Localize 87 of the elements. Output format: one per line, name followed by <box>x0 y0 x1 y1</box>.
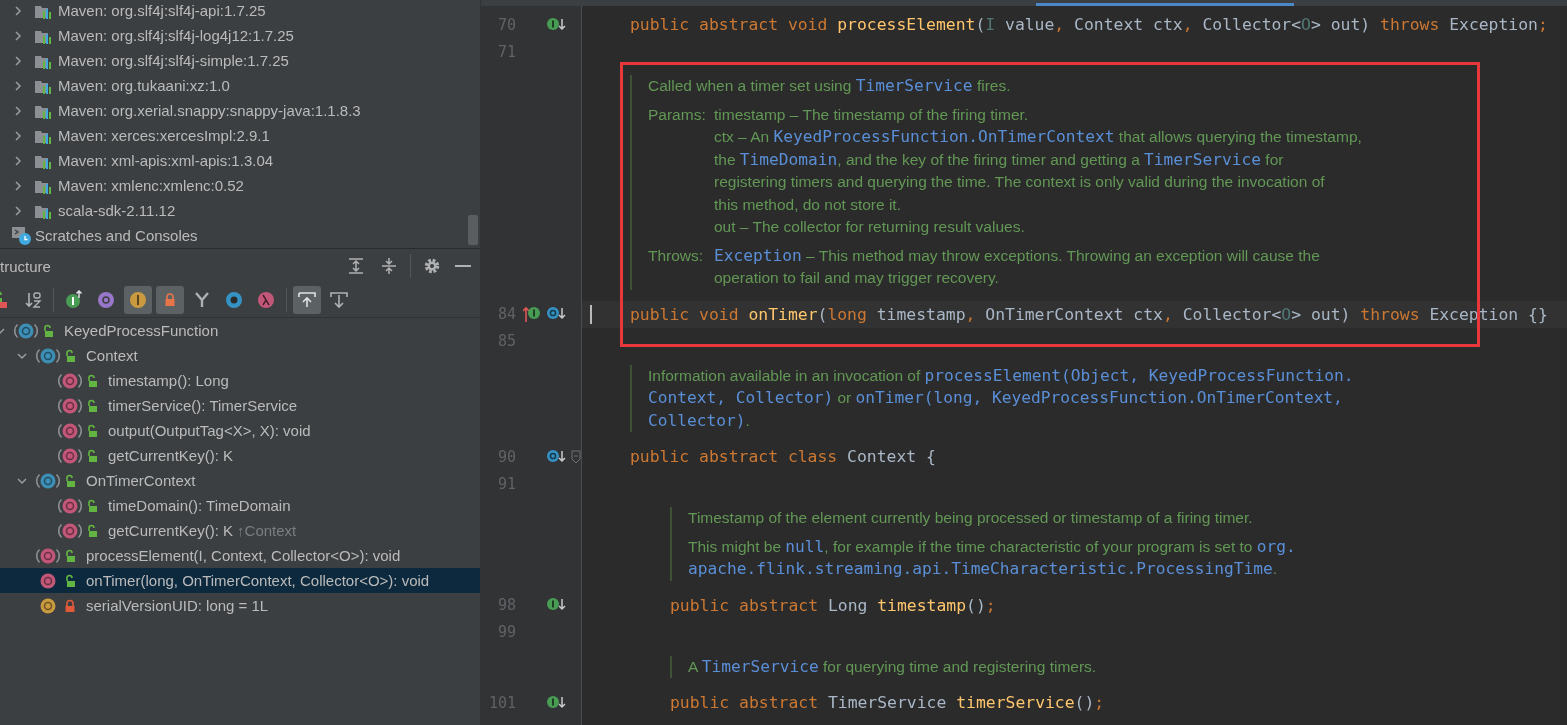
chevron-icon[interactable] <box>12 104 24 117</box>
sort-alpha-icon <box>23 290 43 310</box>
chevron-icon[interactable] <box>12 4 24 17</box>
tree-row[interactable]: timestamp(): Long <box>0 368 480 393</box>
tree-row[interactable]: Context <box>0 343 480 368</box>
tree-row[interactable]: processElement(I, Context, Collector<O>): void <box>0 543 480 568</box>
doc-text: Timestamp of the element currently being processed or timestamp of a firing timer. <box>688 508 1253 528</box>
doc-text: ctx – An KeyedProcessFunction.OnTimerContext that allows querying the timestamp, <box>714 126 1362 148</box>
fork-icon <box>192 290 212 310</box>
item-label: serialVersionUID: long = 1L <box>86 597 269 614</box>
tree-item[interactable]: Maven: xml-apis:xml-apis:1.3.04 <box>58 152 274 169</box>
chevron-icon[interactable] <box>12 54 24 67</box>
chevron-icon[interactable] <box>12 179 24 192</box>
tree-item[interactable]: Maven: xerces:xercesImpl:2.9.1 <box>58 127 270 144</box>
tree-item[interactable]: Maven: org.slf4j:slf4j-simple:1.7.25 <box>58 52 289 69</box>
tree-row[interactable]: OnTimerContext <box>0 468 480 493</box>
item-label: processElement(I, Context, Collector<O>): void <box>86 547 401 564</box>
doc-text: registering timers and querying the time. The context is only valid during the invocation of <box>714 172 1326 192</box>
doc-text: A TimerService for querying time and registering timers. <box>688 655 1097 678</box>
tree-item[interactable]: Maven: org.xerial.snappy:snappy-java:1.1.8.3 <box>58 102 361 119</box>
doc-text: Collector). <box>648 409 751 432</box>
doc-text: Called when a timer set using TimerService fires. <box>648 75 1011 97</box>
text-cursor <box>590 304 592 324</box>
tree-row[interactable]: timeDomain(): TimeDomain <box>0 493 480 518</box>
doc-text: this method, do not store it. <box>714 194 902 215</box>
fields-icon <box>128 290 148 310</box>
item-label: output(OutputTag<X>, X): void <box>108 422 311 439</box>
collapse-all-icon[interactable] <box>380 257 398 275</box>
item-label: KeyedProcessFunction <box>64 322 219 339</box>
code-line: public abstract Long timestamp(); <box>670 595 996 615</box>
console-clock-icon <box>12 225 32 246</box>
chevron-icon[interactable] <box>12 79 24 92</box>
gutter-marker-icon[interactable] <box>523 304 567 324</box>
chevron-icon[interactable] <box>12 129 24 142</box>
expand-all-icon[interactable] <box>347 257 365 275</box>
item-label: timestamp(): Long <box>108 372 229 389</box>
doc-label: Throws: <box>648 245 705 266</box>
tree-row[interactable]: KeyedProcessFunction <box>0 318 480 343</box>
item-label: Context <box>86 347 138 364</box>
tree-row[interactable]: serialVersionUID: long = 1L <box>0 593 480 618</box>
lock-toggle[interactable] <box>156 286 184 314</box>
tree-row[interactable]: output(OutputTag<X>, X): void <box>0 418 480 443</box>
item-label: getCurrentKey(): K <box>108 522 234 539</box>
anonymous-icon <box>224 290 244 310</box>
inherited-icon <box>64 290 84 310</box>
item-label: timerService(): TimerService <box>108 397 298 414</box>
item-label: getCurrentKey(): K <box>108 447 234 464</box>
tree-row[interactable]: onTimer(long, OnTimerContext, Collector<O>): void <box>0 568 480 593</box>
chevron-icon[interactable] <box>12 154 24 167</box>
doc-text: operation to fail and may trigger recovery. <box>714 268 1000 288</box>
scrollbar-thumb[interactable] <box>468 215 478 245</box>
doc-label: Params: <box>648 104 707 125</box>
tree-item[interactable]: Maven: org.tukaani:xz:1.0 <box>58 77 230 94</box>
settings-icon[interactable] <box>423 257 441 275</box>
autoscroll-from-source-icon <box>329 290 349 310</box>
item-label: timeDomain(): TimeDomain <box>108 497 291 514</box>
chevron-icon[interactable] <box>12 29 24 42</box>
autoscroll-to-source-toggle[interactable] <box>293 286 321 314</box>
inherited-hint: ↑Context <box>237 522 297 539</box>
code-line: public abstract class Context { <box>630 447 936 466</box>
properties-icon <box>96 290 116 310</box>
tree-item[interactable]: Maven: org.slf4j:slf4j-log4j12:1.7.25 <box>58 27 294 44</box>
tree-item[interactable]: Maven: xmlenc:xmlenc:0.52 <box>58 177 244 194</box>
doc-text: Context, Collector) or onTimer(long, KeyedProcessFunction.OnTimerContext, <box>648 387 1344 409</box>
doc-text: Exception – This method may throw exceptions. Throwing an exception will cause the <box>714 244 1320 267</box>
doc-text: timestamp – The timestamp of the firing timer. <box>714 104 1030 125</box>
tree-row[interactable]: getCurrentKey(): K <box>0 443 480 468</box>
doc-text: out – The collector for returning result values. <box>714 217 1026 237</box>
tree-item[interactable]: Scratches and Consoles <box>35 227 198 244</box>
tree-row[interactable]: timerService(): TimerService <box>0 393 480 418</box>
item-label: onTimer(long, OnTimerContext, Collector<O>): void <box>86 572 430 589</box>
field-filter-toggle[interactable] <box>124 286 152 314</box>
autoscroll-to-source-icon <box>297 290 317 310</box>
fold-icon[interactable] <box>571 449 581 464</box>
doc-text: Information available in an invocation of processElement(Object, KeyedProcessFunction. <box>648 364 1354 387</box>
chevron-icon[interactable] <box>12 204 24 217</box>
lambda-icon <box>256 290 276 310</box>
item-label: OnTimerContext <box>86 472 196 489</box>
panel-title: tructure <box>0 257 52 275</box>
tree-item[interactable]: scala-sdk-2.11.12 <box>58 202 176 219</box>
doc-text: the TimeDomain, and the key of the firing timer and getting a TimerService for <box>714 148 1285 171</box>
code-line: public abstract void processElement(I value, Context ctx, Collector<O> out) throws Exception; <box>630 15 1548 34</box>
tree-item[interactable]: Maven: org.slf4j:slf4j-api:1.7.25 <box>58 2 266 19</box>
code-line: public abstract TimerService timerService(); <box>670 693 1105 712</box>
doc-text: This might be null, for example if the time characteristic of your program is set to org. <box>688 535 1296 558</box>
doc-text: apache.flink.streaming.api.TimeCharacteristic.ProcessingTime. <box>688 558 1279 580</box>
tree-row[interactable]: getCurrentKey(): K ↑Context <box>0 518 480 543</box>
